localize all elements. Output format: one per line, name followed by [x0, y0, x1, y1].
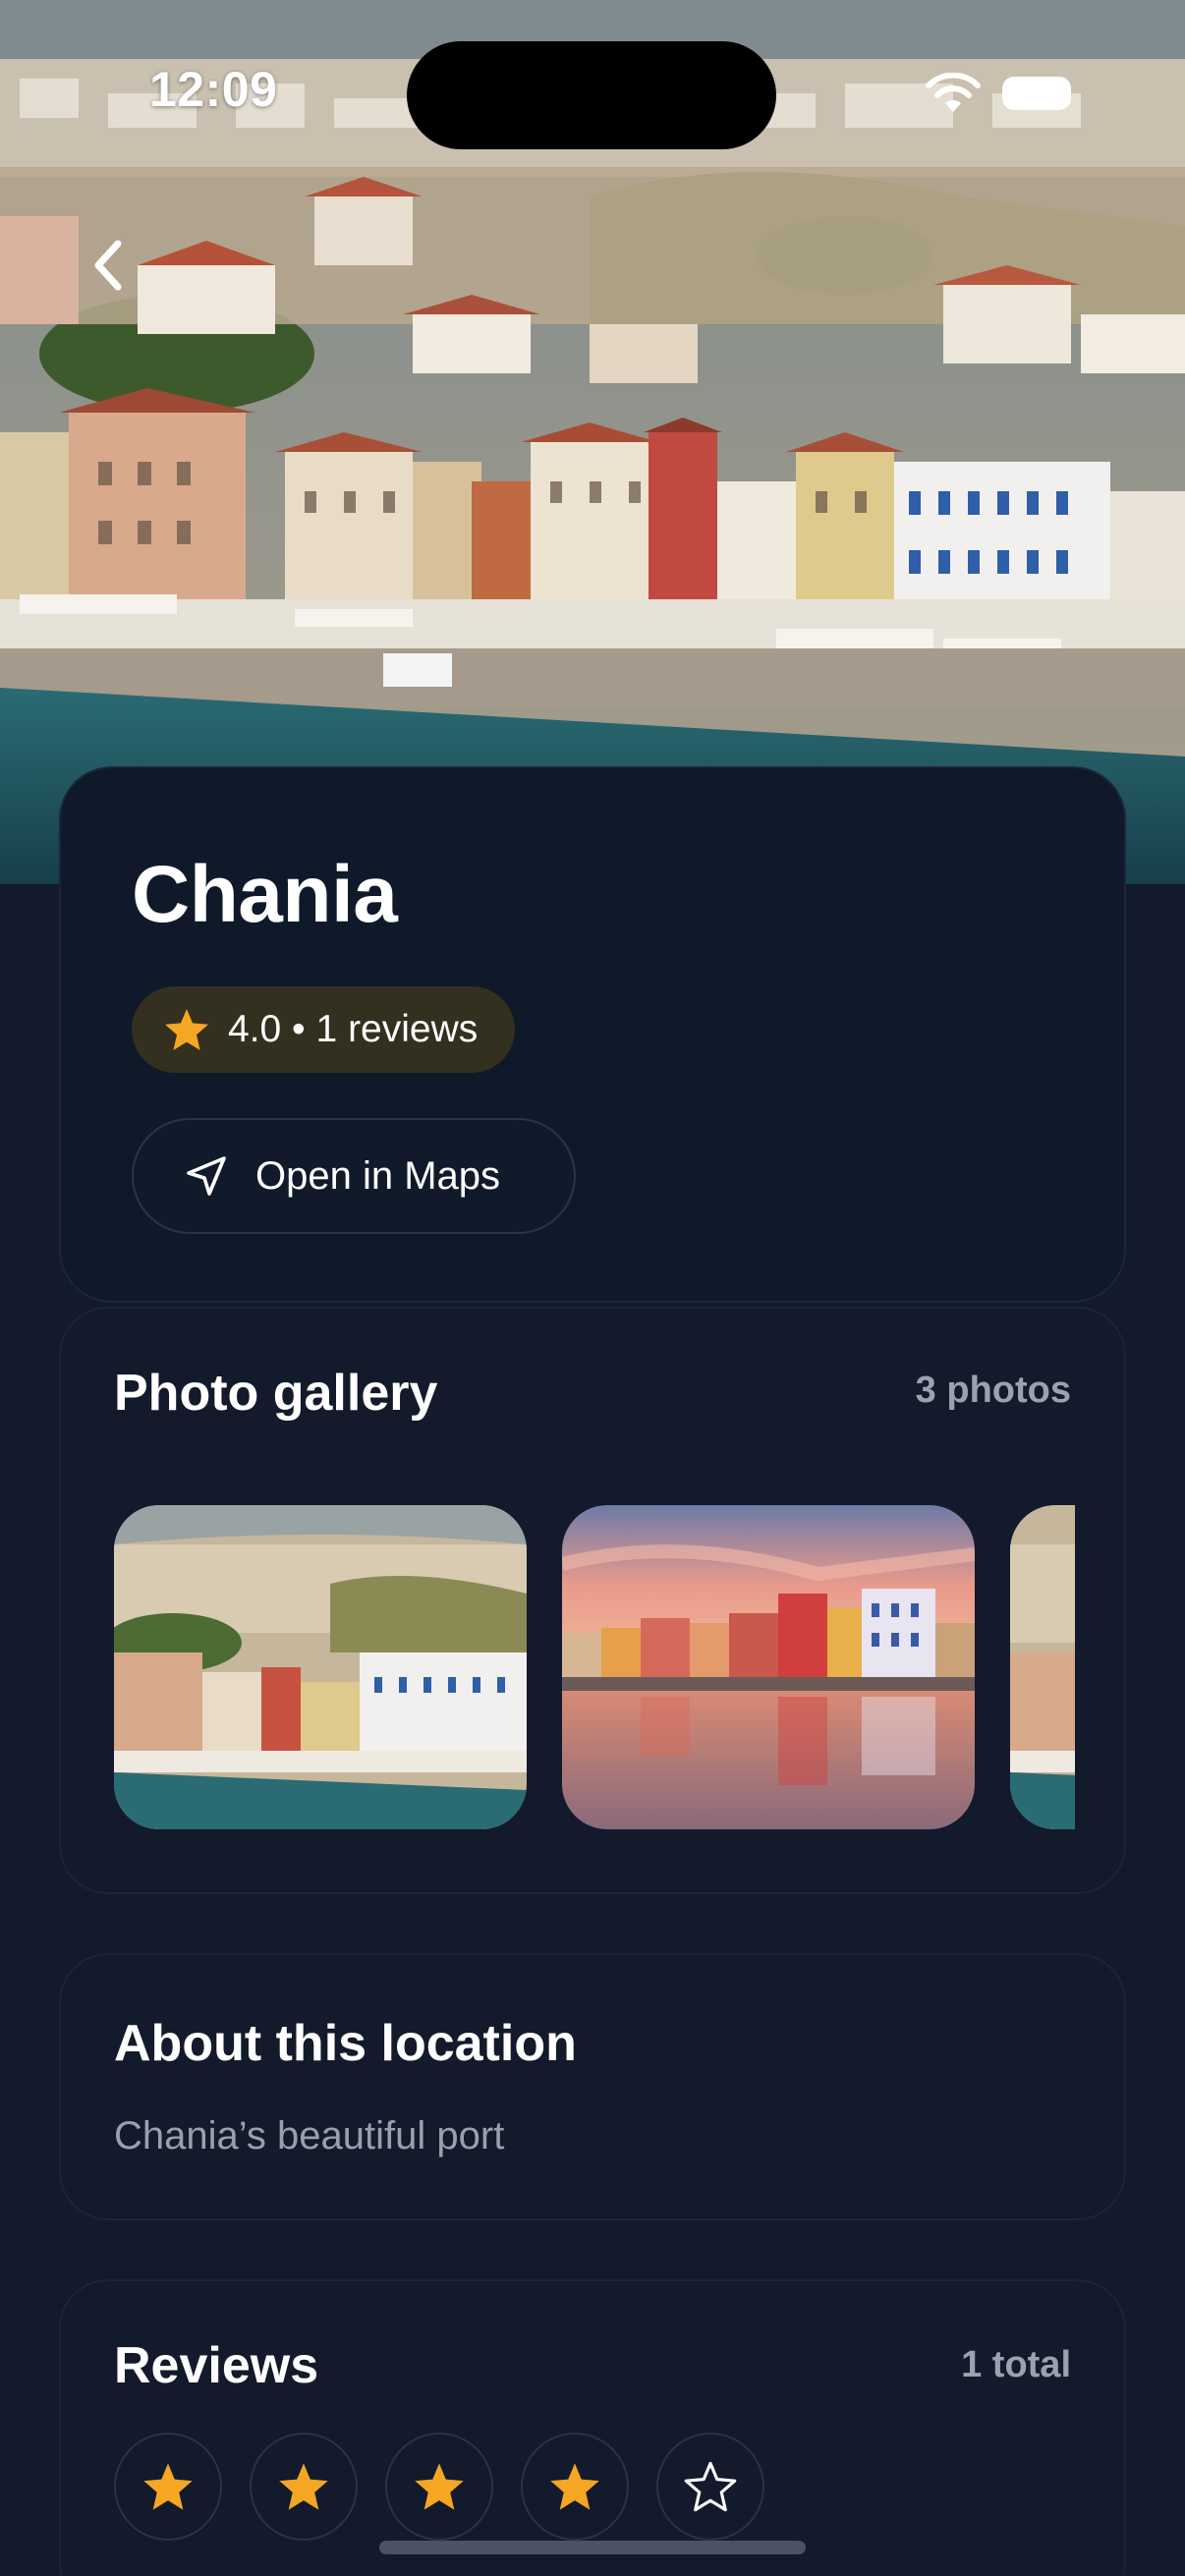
dynamic-island — [407, 41, 776, 149]
reviews-total: 1 total — [961, 2344, 1071, 2385]
gallery-photo[interactable] — [1010, 1505, 1075, 1829]
battery-icon — [1002, 77, 1071, 110]
about-title: About this location — [114, 2015, 577, 2072]
gallery-count: 3 photos — [915, 1370, 1071, 1411]
gallery-carousel[interactable] — [114, 1505, 1075, 1829]
place-header-card: Chania 4.0 • 1 reviews Open in Maps — [59, 766, 1126, 1303]
gallery-title: Photo gallery — [114, 1365, 438, 1422]
reviews-title: Reviews — [114, 2337, 319, 2394]
star-icon — [165, 1009, 208, 1050]
star-filled-icon — [550, 2463, 599, 2510]
photo-gallery-section: Photo gallery 3 photos — [59, 1307, 1126, 1894]
star-5-button[interactable] — [656, 2433, 764, 2541]
rating-badge: 4.0 • 1 reviews — [132, 986, 516, 1073]
status-time: 12:09 — [149, 62, 278, 117]
star-filled-icon — [143, 2463, 193, 2510]
star-rating-input[interactable] — [114, 2433, 764, 2541]
home-indicator — [379, 2541, 806, 2554]
rating-text: 4.0 • 1 reviews — [228, 1008, 479, 1050]
star-4-button[interactable] — [521, 2433, 629, 2541]
about-section: About this location Chania’s beautiful p… — [59, 1953, 1126, 2220]
star-outline-icon — [684, 2461, 737, 2512]
wifi-icon — [924, 72, 983, 114]
navigation-arrow-icon — [187, 1156, 226, 1196]
star-1-button[interactable] — [114, 2433, 222, 2541]
open-in-maps-button[interactable]: Open in Maps — [132, 1118, 576, 1234]
star-filled-icon — [415, 2463, 464, 2510]
open-in-maps-label: Open in Maps — [255, 1153, 501, 1198]
about-description: Chania’s beautiful port — [114, 2114, 505, 2157]
star-2-button[interactable] — [250, 2433, 358, 2541]
star-filled-icon — [279, 2463, 328, 2510]
chevron-left-icon — [94, 240, 122, 291]
star-3-button[interactable] — [385, 2433, 493, 2541]
back-button[interactable] — [77, 224, 140, 307]
gallery-photo[interactable] — [114, 1505, 527, 1829]
gallery-photo[interactable] — [562, 1505, 975, 1829]
place-title: Chania — [132, 850, 398, 939]
reviews-section: Reviews 1 total — [59, 2279, 1126, 2576]
